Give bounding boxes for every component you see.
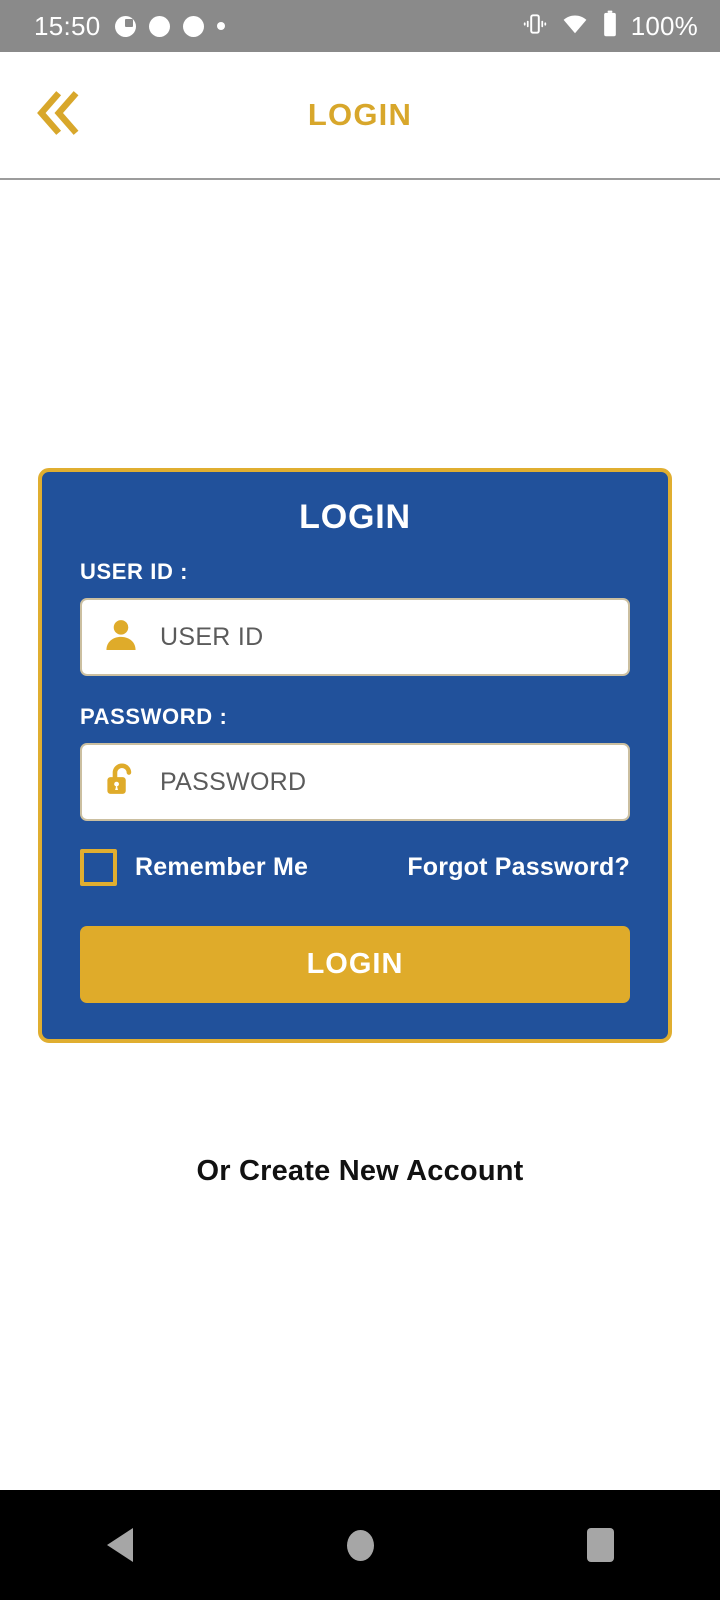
nav-recents-icon bbox=[586, 1528, 614, 1562]
nav-home-icon bbox=[346, 1529, 374, 1561]
notification-half-circle-icon bbox=[114, 15, 136, 37]
userid-input[interactable]: USER ID bbox=[80, 598, 630, 676]
remember-me-control[interactable]: Remember Me bbox=[80, 849, 308, 886]
notification-icons bbox=[114, 15, 225, 37]
status-bar-right: 100% bbox=[522, 10, 698, 43]
password-placeholder: PASSWORD bbox=[160, 767, 307, 796]
nav-back-icon bbox=[107, 1528, 133, 1562]
phone-screen: 15:50 100% LOGIN LOGIN USER ID: USER ID… bbox=[0, 0, 720, 1600]
person-icon bbox=[102, 616, 140, 659]
nav-back-button[interactable] bbox=[65, 1490, 175, 1600]
password-input[interactable]: PASSWORD bbox=[80, 743, 630, 821]
status-clock: 15:50 bbox=[34, 10, 101, 41]
back-button[interactable] bbox=[22, 79, 94, 151]
vibrate-icon bbox=[522, 11, 548, 42]
create-account-link[interactable]: Or Create New Account bbox=[0, 1155, 720, 1188]
nav-recents-button[interactable] bbox=[545, 1490, 655, 1600]
page-title: LOGIN bbox=[307, 97, 413, 132]
login-submit-button[interactable]: LOGIN bbox=[80, 926, 630, 1003]
notification-dot-icon bbox=[182, 15, 204, 37]
battery-percent-label: 100% bbox=[630, 10, 698, 41]
notification-dot-icon bbox=[148, 15, 170, 37]
android-nav-bar bbox=[0, 1490, 720, 1600]
login-card: LOGIN USER ID : USER ID PASSWORD : PASSW… bbox=[38, 468, 672, 1043]
main-content: LOGIN USER ID : USER ID PASSWORD : PASSW… bbox=[0, 180, 720, 1490]
userid-placeholder: USER ID bbox=[160, 622, 264, 651]
status-bar-left: 15:50 bbox=[34, 11, 225, 42]
unlocked-padlock-icon bbox=[102, 761, 140, 804]
userid-field-group: USER ID : USER ID bbox=[80, 559, 630, 676]
battery-full-icon bbox=[602, 10, 618, 43]
notification-small-dot-icon bbox=[216, 22, 225, 30]
password-label: PASSWORD : bbox=[80, 704, 228, 729]
login-card-title: LOGIN bbox=[299, 498, 411, 536]
password-field-group: PASSWORD : PASSWORD bbox=[80, 704, 630, 821]
app-header: LOGIN bbox=[0, 52, 720, 180]
nav-home-button[interactable] bbox=[305, 1490, 415, 1600]
options-row: Remember Me Forgot Password? bbox=[80, 849, 630, 886]
status-bar: 15:50 100% bbox=[0, 0, 720, 52]
forgot-password-link[interactable]: Forgot Password? bbox=[407, 853, 630, 882]
double-chevron-left-icon bbox=[29, 84, 87, 147]
remember-me-label: Remember Me bbox=[135, 853, 309, 881]
userid-label: USER ID : bbox=[80, 559, 189, 584]
remember-me-checkbox[interactable] bbox=[80, 849, 117, 886]
wifi-icon bbox=[561, 11, 589, 42]
